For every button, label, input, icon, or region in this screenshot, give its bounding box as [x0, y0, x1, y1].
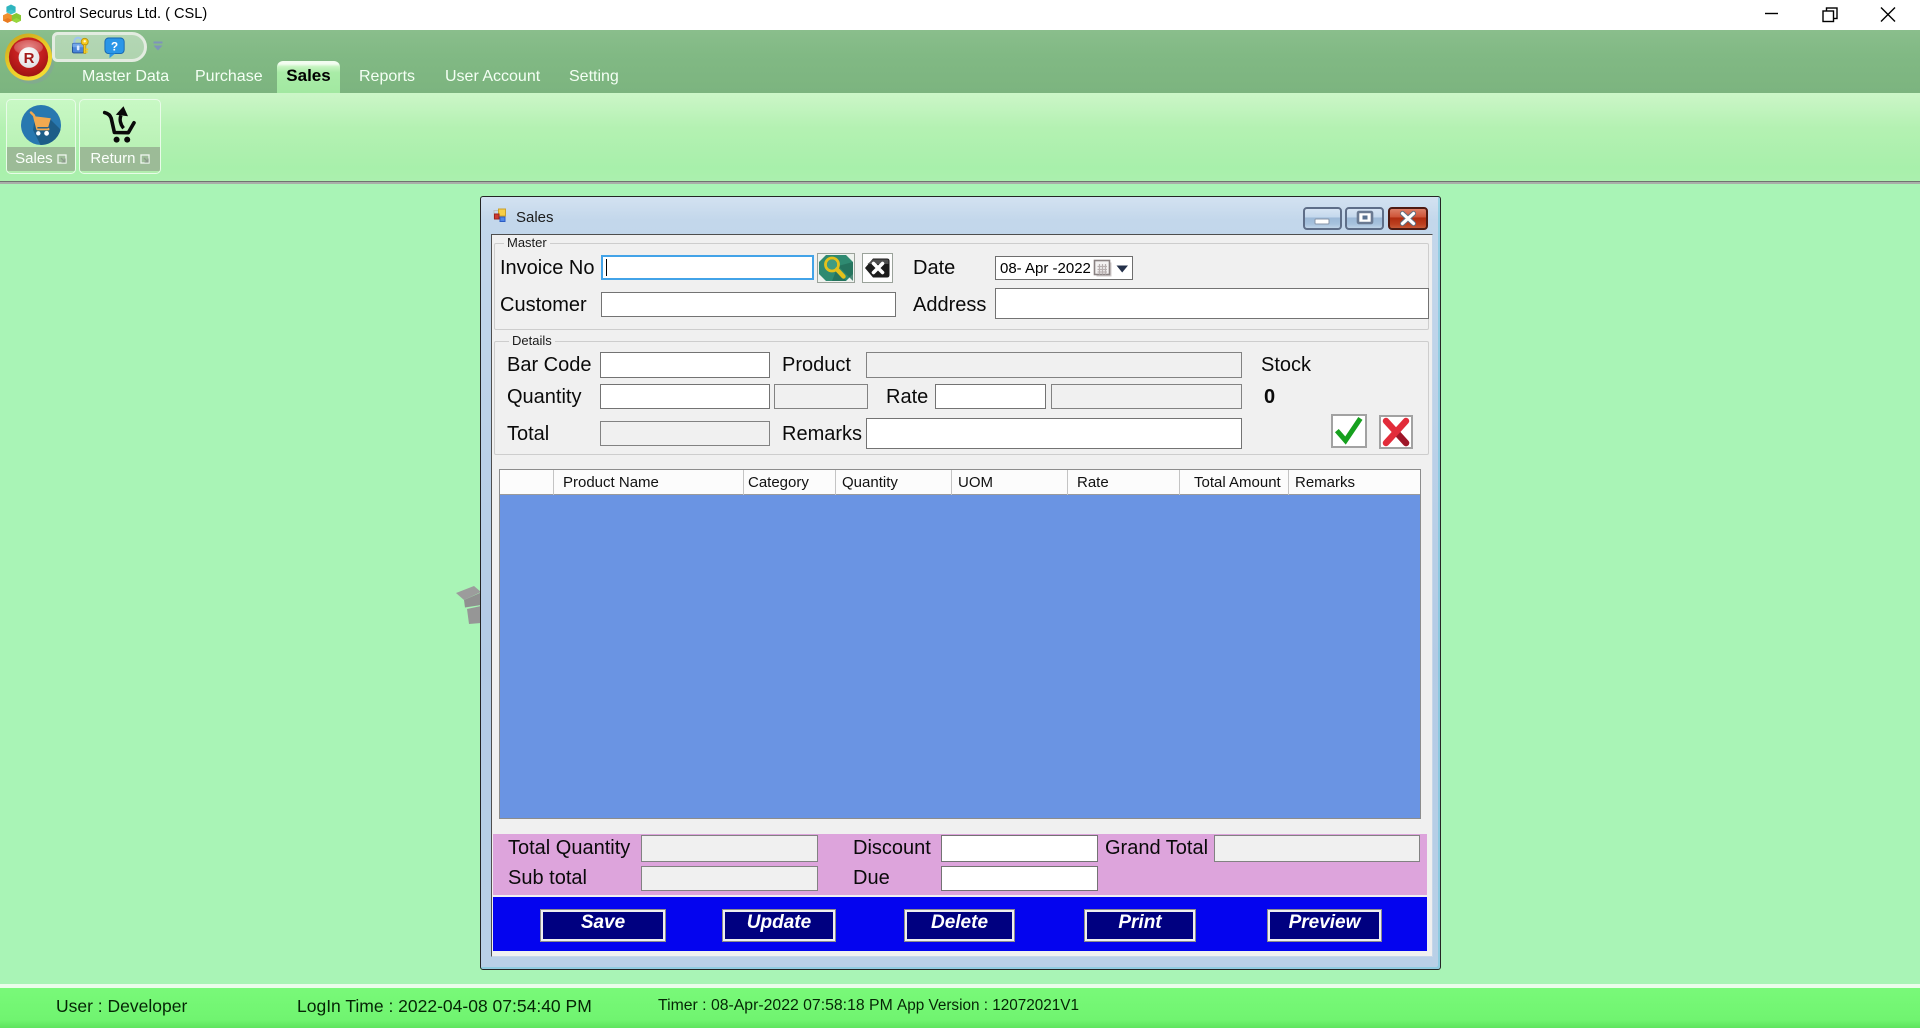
svg-text:?: ?: [111, 39, 118, 53]
svg-text:R: R: [24, 50, 35, 67]
